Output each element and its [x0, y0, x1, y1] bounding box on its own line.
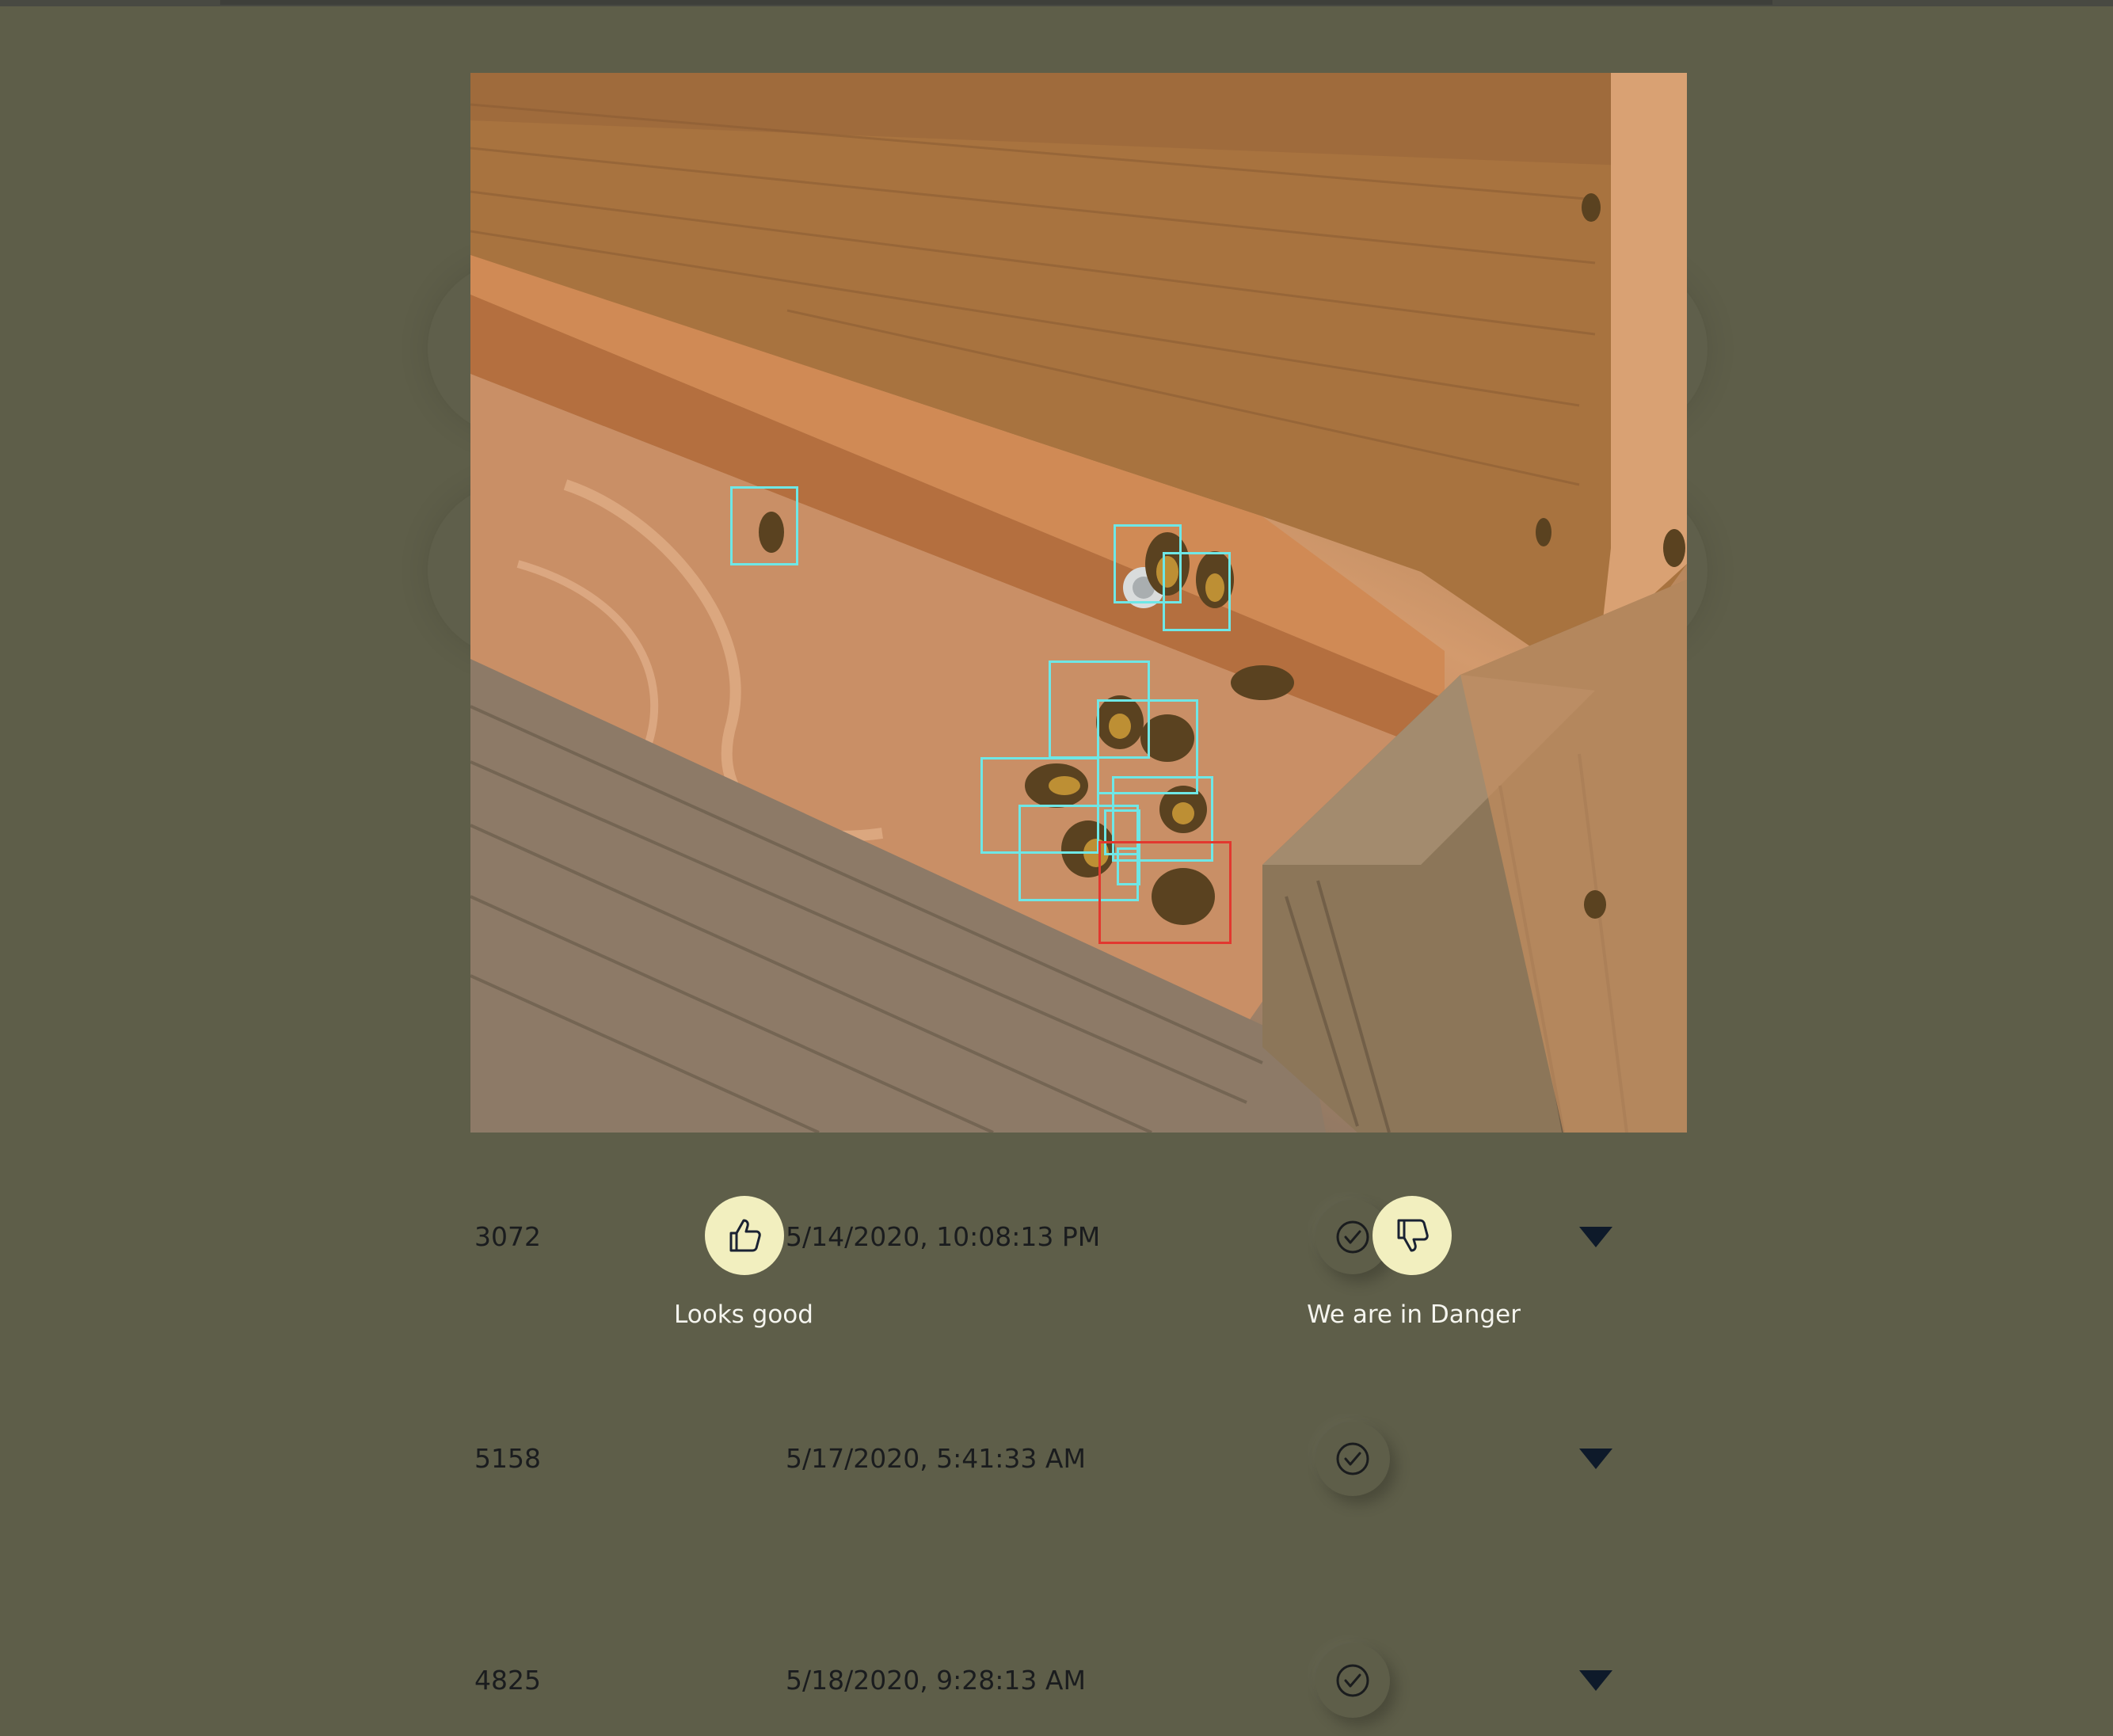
- looks-good-label: Looks good: [674, 1300, 813, 1329]
- expand-button[interactable]: [1575, 1221, 1616, 1253]
- record-timestamp: 5/14/2020, 10:08:13 PM: [786, 1221, 1101, 1252]
- caret-down-icon: [1579, 1449, 1612, 1469]
- looks-good-button[interactable]: [705, 1196, 784, 1275]
- expand-button[interactable]: [1575, 1665, 1616, 1696]
- table-row[interactable]: 5158 5/17/2020, 5:41:33 AM: [470, 1411, 1687, 1506]
- danger-button[interactable]: [1372, 1196, 1452, 1275]
- danger-detection-box: [1098, 841, 1232, 944]
- table-row[interactable]: 3072 5/14/2020, 10:08:13 PM: [470, 1190, 1687, 1285]
- record-id: 5158: [474, 1443, 541, 1474]
- record-timestamp: 5/17/2020, 5:41:33 AM: [786, 1443, 1086, 1474]
- check-button[interactable]: [1315, 1643, 1390, 1718]
- hive-entrance-photo: [470, 73, 1687, 1133]
- wood-scene: [470, 73, 1687, 1133]
- caret-down-icon: [1579, 1670, 1612, 1691]
- table-row[interactable]: 4825 5/18/2020, 9:28:13 AM: [470, 1633, 1687, 1728]
- record-id: 3072: [474, 1221, 541, 1252]
- caret-down-icon: [1579, 1227, 1612, 1247]
- bee-detection-box: [1163, 552, 1231, 631]
- thumbs-up-icon: [729, 1219, 761, 1252]
- scrollbar-thumb[interactable]: [220, 0, 1772, 5]
- record-timestamp: 5/18/2020, 9:28:13 AM: [786, 1665, 1086, 1696]
- check-button[interactable]: [1315, 1422, 1390, 1496]
- danger-label: We are in Danger: [1307, 1300, 1521, 1329]
- expand-button[interactable]: [1575, 1443, 1616, 1475]
- record-id: 4825: [474, 1665, 541, 1696]
- thumbs-down-icon: [1397, 1219, 1429, 1252]
- check-circle-icon: [1336, 1220, 1369, 1254]
- bee-detection-box: [730, 486, 798, 565]
- check-circle-icon: [1336, 1664, 1369, 1697]
- top-scrollbar[interactable]: [0, 0, 2113, 6]
- check-circle-icon: [1336, 1442, 1369, 1475]
